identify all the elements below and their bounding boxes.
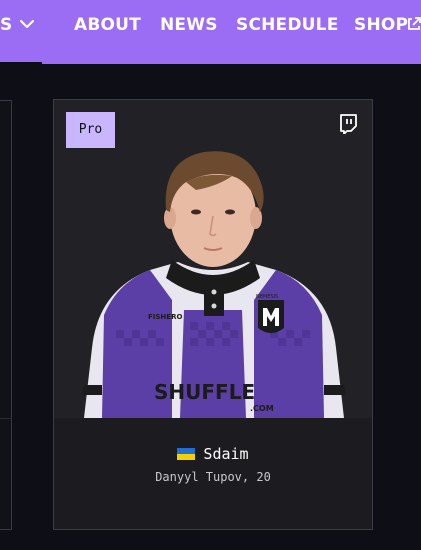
player-card[interactable]: SHUFFLE .COM FISHERO NEMESIS Pro Sdaim D… (53, 99, 373, 530)
top-navigation-bar: S ABOUT NEWS SCHEDULE SHOP (0, 0, 421, 64)
player-name-row: Sdaim (54, 443, 372, 465)
nav-active-indicator (0, 62, 42, 64)
external-link-icon (408, 17, 421, 30)
chevron-down-icon[interactable] (18, 17, 36, 31)
svg-text:SHUFFLE: SHUFFLE (154, 380, 255, 404)
svg-text:NEMESIS: NEMESIS (256, 294, 278, 300)
player-real-name-age: Danyyl Tupov, 20 (155, 470, 271, 484)
svg-text:FISHERO: FISHERO (148, 313, 182, 321)
nav-item-schedule[interactable]: SCHEDULE (236, 0, 339, 50)
nav-item-shop[interactable]: SHOP (354, 0, 408, 50)
twitch-icon[interactable] (338, 114, 358, 134)
player-nickname: Sdaim (203, 445, 249, 463)
nav-item-news[interactable]: NEWS (160, 0, 218, 50)
divider (0, 418, 12, 419)
svg-text:.COM: .COM (250, 404, 274, 413)
ukraine-flag-icon (177, 448, 196, 460)
player-tier-badge: Pro (66, 112, 115, 148)
nav-item-players-dropdown[interactable]: S (0, 0, 12, 50)
nav-item-about[interactable]: ABOUT (74, 0, 141, 50)
player-card-previous[interactable] (0, 100, 12, 530)
